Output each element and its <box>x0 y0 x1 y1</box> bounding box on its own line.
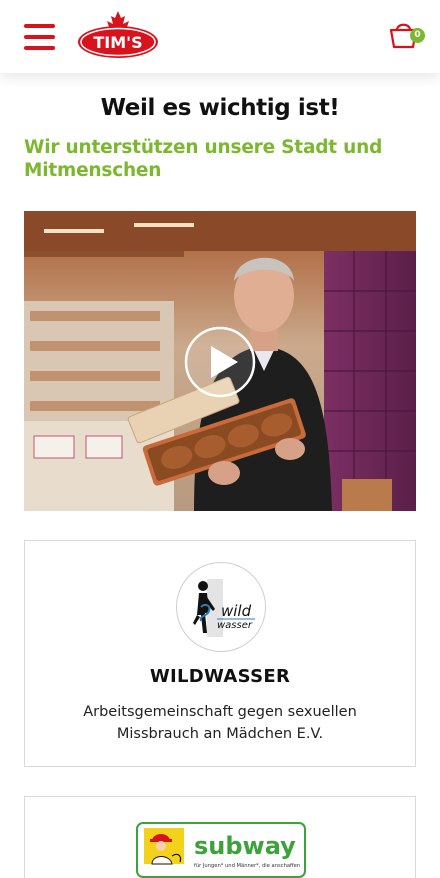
video-player[interactable] <box>24 211 416 511</box>
site-header: TIM'S 0 <box>0 0 440 73</box>
organization-card-wildwasser[interactable]: wild wasser WILDWASSER Arbeitsgemeinscha… <box>24 540 416 767</box>
organization-description: Arbeitsgemeinschaft gegen sexuellen Miss… <box>83 704 357 742</box>
organization-name: WILDWASSER <box>149 666 291 687</box>
hamburger-menu-icon[interactable] <box>24 24 55 50</box>
wildwasser-logo: wild wasser <box>176 562 266 652</box>
organization-card-subway[interactable]: subway für Jungen* und Männer*, die ansc… <box>24 796 416 878</box>
cart-button[interactable]: 0 <box>388 19 426 53</box>
wildwasser-logo-word-1: wild <box>221 602 252 620</box>
subway-logo-text: subway <box>194 832 296 860</box>
logo-text: TIM'S <box>93 33 142 52</box>
subway-logo: subway für Jungen* und Männer*, die ansc… <box>136 822 306 878</box>
play-icon[interactable] <box>184 326 256 398</box>
wildwasser-logo-word-2: wasser <box>217 620 253 631</box>
subway-logo-tagline: für Jungen* und Männer*, die anschaffen <box>194 863 300 869</box>
page-title: Weil es wichtig ist! <box>100 95 340 121</box>
cart-count-badge: 0 <box>410 28 425 43</box>
tims-logo[interactable]: TIM'S <box>77 10 159 60</box>
page-subtitle: Wir unterstützen unsere Stadt und Mitmen… <box>24 137 383 181</box>
